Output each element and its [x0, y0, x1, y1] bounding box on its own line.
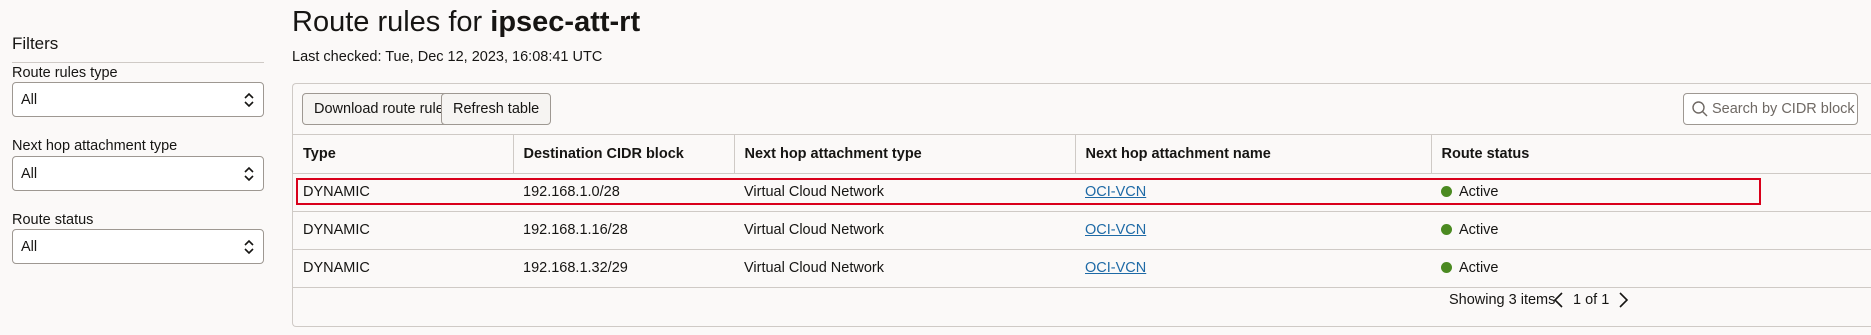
- pagination: 1 of 1: [1551, 290, 1631, 310]
- cell-hop-name: OCI-VCN: [1075, 249, 1431, 288]
- table-row: DYNAMIC 192.168.1.16/28 Virtual Cloud Ne…: [293, 211, 1871, 250]
- column-header-route-status[interactable]: Route status: [1431, 135, 1871, 174]
- last-checked-timestamp: Last checked: Tue, Dec 12, 2023, 16:08:4…: [292, 49, 603, 65]
- status-dot-icon: [1441, 186, 1452, 197]
- chevron-right-icon[interactable]: [1615, 290, 1631, 310]
- filters-divider: [12, 62, 264, 63]
- column-header-next-hop-type[interactable]: Next hop attachment type: [734, 135, 1076, 174]
- status-text: Active: [1459, 260, 1499, 276]
- cell-cidr: 192.168.1.32/29: [513, 249, 734, 288]
- route-status-value: All: [21, 238, 38, 255]
- route-rules-type-select[interactable]: All: [12, 82, 264, 117]
- route-rules-type-value: All: [21, 91, 38, 108]
- status-text: Active: [1459, 222, 1499, 238]
- page-indicator: 1 of 1: [1573, 292, 1610, 308]
- cell-status: Active: [1431, 173, 1871, 212]
- route-status-select[interactable]: All: [12, 229, 264, 264]
- cell-type: DYNAMIC: [293, 173, 513, 212]
- chevron-left-icon[interactable]: [1551, 290, 1567, 310]
- cell-cidr: 192.168.1.16/28: [513, 211, 734, 250]
- download-route-rules-button[interactable]: Download route rules: [302, 93, 464, 125]
- table-row: DYNAMIC 192.168.1.0/28 Virtual Cloud Net…: [293, 173, 1871, 212]
- cell-cidr: 192.168.1.0/28: [513, 173, 734, 212]
- status-dot-icon: [1441, 224, 1452, 235]
- page-title-prefix: Route rules for: [292, 6, 491, 38]
- next-hop-attachment-type-value: All: [21, 165, 38, 182]
- chevron-up-down-icon: [244, 92, 254, 108]
- showing-items-count: Showing 3 items: [1449, 292, 1556, 308]
- chevron-up-down-icon: [244, 239, 254, 255]
- route-rules-panel: Download route rules Refresh table Searc…: [292, 83, 1871, 327]
- cell-hop-type: Virtual Cloud Network: [734, 211, 1075, 250]
- status-dot-icon: [1441, 262, 1452, 273]
- cell-status: Active: [1431, 249, 1871, 288]
- filters-title: Filters: [12, 34, 59, 53]
- route-rules-table: Type Destination CIDR block Next hop att…: [293, 135, 1871, 288]
- cell-hop-type: Virtual Cloud Network: [734, 173, 1075, 212]
- cell-status: Active: [1431, 211, 1871, 250]
- next-hop-attachment-type-label: Next hop attachment type: [12, 138, 178, 154]
- route-status-label: Route status: [12, 212, 94, 228]
- cell-hop-name: OCI-VCN: [1075, 173, 1431, 212]
- cell-type: DYNAMIC: [293, 249, 513, 288]
- page-title-resource: ipsec-att-rt: [490, 6, 641, 38]
- page-title: Route rules for ipsec-att-rt: [292, 6, 640, 39]
- column-header-destination-cidr[interactable]: Destination CIDR block: [513, 135, 735, 174]
- cell-hop-type: Virtual Cloud Network: [734, 249, 1075, 288]
- refresh-table-button[interactable]: Refresh table: [441, 93, 552, 125]
- next-hop-attachment-type-select[interactable]: All: [12, 156, 264, 191]
- table-header-row: Type Destination CIDR block Next hop att…: [293, 135, 1871, 174]
- hop-name-link[interactable]: OCI-VCN: [1085, 260, 1146, 276]
- route-rules-type-label: Route rules type: [12, 65, 118, 81]
- table-toolbar: Download route rules Refresh table Searc…: [293, 84, 1871, 135]
- chevron-up-down-icon: [244, 166, 254, 182]
- column-header-type[interactable]: Type: [293, 135, 514, 174]
- table-row: DYNAMIC 192.168.1.32/29 Virtual Cloud Ne…: [293, 249, 1871, 288]
- search-icon: [1692, 101, 1708, 117]
- column-header-next-hop-name[interactable]: Next hop attachment name: [1075, 135, 1432, 174]
- search-input[interactable]: Search by CIDR block: [1683, 93, 1858, 125]
- hop-name-link[interactable]: OCI-VCN: [1085, 184, 1146, 200]
- cell-type: DYNAMIC: [293, 211, 513, 250]
- status-text: Active: [1459, 184, 1499, 200]
- filters-sidebar: Filters Route rules type All Next hop at…: [12, 0, 264, 335]
- cell-hop-name: OCI-VCN: [1075, 211, 1431, 250]
- search-placeholder: Search by CIDR block: [1712, 101, 1855, 117]
- hop-name-link[interactable]: OCI-VCN: [1085, 222, 1146, 238]
- main-content: Route rules for ipsec-att-rt Last checke…: [292, 0, 1871, 335]
